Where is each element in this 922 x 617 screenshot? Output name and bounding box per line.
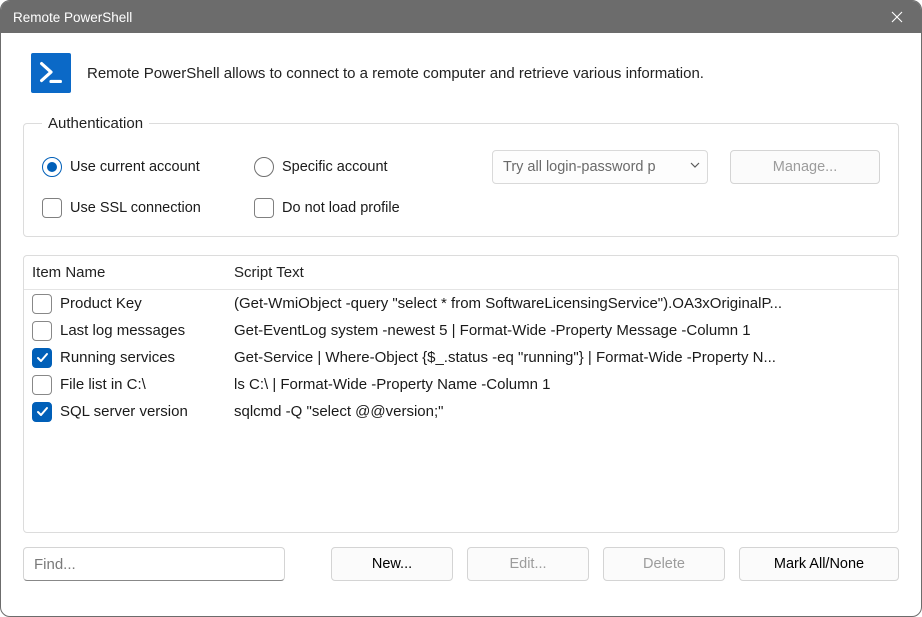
row-script-cell: Get-Service | Where-Object {$_.status -e… [234, 349, 890, 366]
row-name-label: File list in C:\ [60, 376, 146, 393]
row-checkbox[interactable] [32, 375, 52, 395]
powershell-icon [31, 53, 71, 93]
row-name-cell: File list in C:\ [32, 375, 234, 395]
manage-button[interactable]: Manage... [730, 150, 880, 184]
authentication-group: Authentication Use current account Speci… [23, 115, 899, 237]
row-script-cell: ls C:\ | Format-Wide -Property Name -Col… [234, 376, 890, 393]
row-name-label: Last log messages [60, 322, 185, 339]
row-checkbox[interactable] [32, 321, 52, 341]
window-title: Remote PowerShell [13, 10, 875, 25]
radio-specific-account[interactable]: Specific account [254, 157, 424, 177]
delete-button[interactable]: Delete [603, 547, 725, 581]
login-combo[interactable]: Try all login-password p [492, 150, 708, 184]
row-script-cell: sqlcmd -Q "select @@version;" [234, 403, 890, 420]
row-checkbox[interactable] [32, 294, 52, 314]
list-body: Product Key (Get-WmiObject -query "select… [24, 290, 898, 425]
checkmark-icon [36, 405, 49, 418]
header: Remote PowerShell allows to connect to a… [23, 53, 899, 93]
radio-icon [42, 157, 62, 177]
row-name-cell: SQL server version [32, 402, 234, 422]
checkbox-icon [254, 198, 274, 218]
close-icon [891, 11, 903, 23]
list-row[interactable]: Running services Get-Service | Where-Obje… [24, 344, 898, 371]
new-button[interactable]: New... [331, 547, 453, 581]
checkbox-icon [42, 198, 62, 218]
chevron-down-icon [689, 159, 701, 175]
authentication-legend: Authentication [42, 115, 149, 132]
find-input[interactable] [23, 547, 285, 581]
radio-label: Specific account [282, 159, 388, 175]
row-name-label: SQL server version [60, 403, 188, 420]
row-name-cell: Product Key [32, 294, 234, 314]
checkbox-label: Do not load profile [282, 200, 400, 216]
row-script-cell: (Get-WmiObject -query "select * from Sof… [234, 295, 890, 312]
script-list: Item Name Script Text Product Key (Get-Wm… [23, 255, 899, 533]
row-name-label: Running services [60, 349, 175, 366]
header-description: Remote PowerShell allows to connect to a… [87, 65, 704, 82]
list-row[interactable]: Product Key (Get-WmiObject -query "select… [24, 290, 898, 317]
bottom-toolbar: New... Edit... Delete Mark All/None [23, 547, 899, 581]
row-name-cell: Last log messages [32, 321, 234, 341]
radio-label: Use current account [70, 159, 200, 175]
close-button[interactable] [875, 2, 919, 32]
list-header: Item Name Script Text [24, 256, 898, 290]
row-checkbox[interactable] [32, 348, 52, 368]
col-header-script[interactable]: Script Text [234, 264, 890, 281]
row-script-cell: Get-EventLog system -newest 5 | Format-W… [234, 322, 890, 339]
col-header-name[interactable]: Item Name [32, 264, 234, 281]
list-row[interactable]: File list in C:\ ls C:\ | Format-Wide -Pr… [24, 371, 898, 398]
checkbox-label: Use SSL connection [70, 200, 201, 216]
checkbox-no-profile[interactable]: Do not load profile [254, 198, 400, 218]
radio-icon [254, 157, 274, 177]
list-row[interactable]: SQL server version sqlcmd -Q "select @@ve… [24, 398, 898, 425]
mark-all-none-button[interactable]: Mark All/None [739, 547, 899, 581]
list-row[interactable]: Last log messages Get-EventLog system -ne… [24, 317, 898, 344]
row-checkbox[interactable] [32, 402, 52, 422]
radio-use-current-account[interactable]: Use current account [42, 157, 232, 177]
checkbox-use-ssl[interactable]: Use SSL connection [42, 198, 232, 218]
row-name-label: Product Key [60, 295, 142, 312]
checkmark-icon [36, 351, 49, 364]
edit-button[interactable]: Edit... [467, 547, 589, 581]
titlebar: Remote PowerShell [1, 1, 921, 33]
combo-value: Try all login-password p [503, 159, 689, 175]
row-name-cell: Running services [32, 348, 234, 368]
